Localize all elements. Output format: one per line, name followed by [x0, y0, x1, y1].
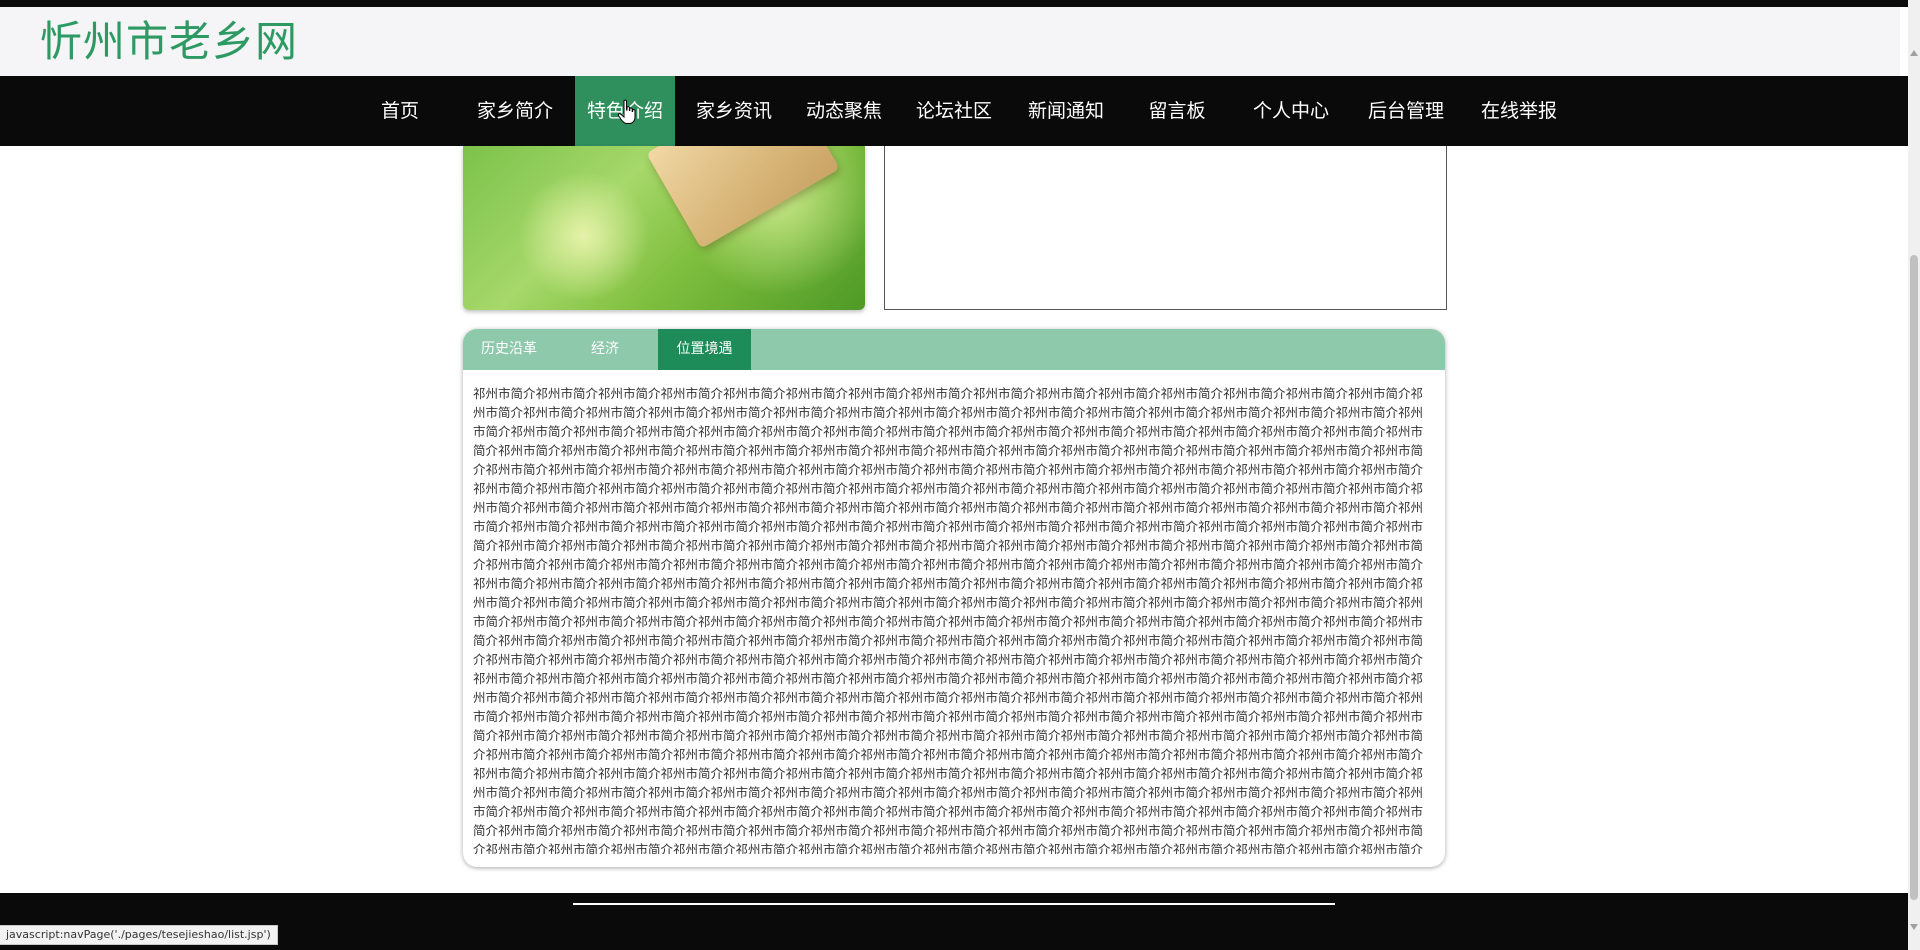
scroll-up-arrow-icon[interactable] — [1910, 50, 1918, 56]
browser-status-bar: javascript:navPage('./pages/tesejieshao/… — [0, 925, 278, 945]
nav-item-personal-center[interactable]: 个人中心 — [1245, 76, 1337, 146]
feature-info-box — [884, 146, 1447, 310]
tab-content-text: 祁州市简介祁州市简介祁州市简介祁州市简介祁州市简介祁州市简介祁州市简介祁州市简介… — [473, 386, 1424, 854]
feature-image — [463, 146, 865, 310]
nav-item-admin[interactable]: 后台管理 — [1360, 76, 1452, 146]
nav-item-focus[interactable]: 动态聚焦 — [800, 76, 888, 146]
window-top-strip — [0, 0, 1920, 7]
tab-economy[interactable]: 经济 — [555, 329, 655, 370]
nav-item-message-board[interactable]: 留言板 — [1135, 76, 1219, 146]
nav-item-hometown-intro[interactable]: 家乡简介 — [468, 76, 562, 146]
nav-item-notices[interactable]: 新闻通知 — [1020, 76, 1112, 146]
wood-block-graphic — [646, 146, 840, 249]
nav-item-forum[interactable]: 论坛社区 — [910, 76, 998, 146]
tab-location[interactable]: 位置境遇 — [658, 329, 751, 370]
tab-bar: 历史沿革 经济 位置境遇 — [463, 329, 1445, 370]
nav-item-home[interactable]: 首页 — [370, 76, 430, 146]
hand-cursor-icon — [617, 99, 636, 124]
main-nav: 首页 家乡简介 特色介绍 家乡资讯 动态聚焦 论坛社区 新闻通知 留言板 个人中… — [0, 76, 1908, 146]
tab-history[interactable]: 历史沿革 — [463, 329, 555, 370]
site-header: 忻州市老乡网 — [0, 7, 1900, 76]
site-footer — [0, 893, 1908, 950]
nav-item-hometown-news[interactable]: 家乡资讯 — [690, 76, 778, 146]
footer-divider — [573, 903, 1335, 905]
scrollbar-thumb[interactable] — [1910, 255, 1918, 900]
nav-item-report[interactable]: 在线举报 — [1473, 76, 1565, 146]
page-scrollbar[interactable] — [1908, 0, 1920, 950]
scroll-down-arrow-icon[interactable] — [1910, 924, 1918, 930]
feature-tab-panel: 历史沿革 经济 位置境遇 祁州市简介祁州市简介祁州市简介祁州市简介祁州市简介祁州… — [463, 329, 1445, 867]
site-title[interactable]: 忻州市老乡网 — [40, 17, 298, 67]
